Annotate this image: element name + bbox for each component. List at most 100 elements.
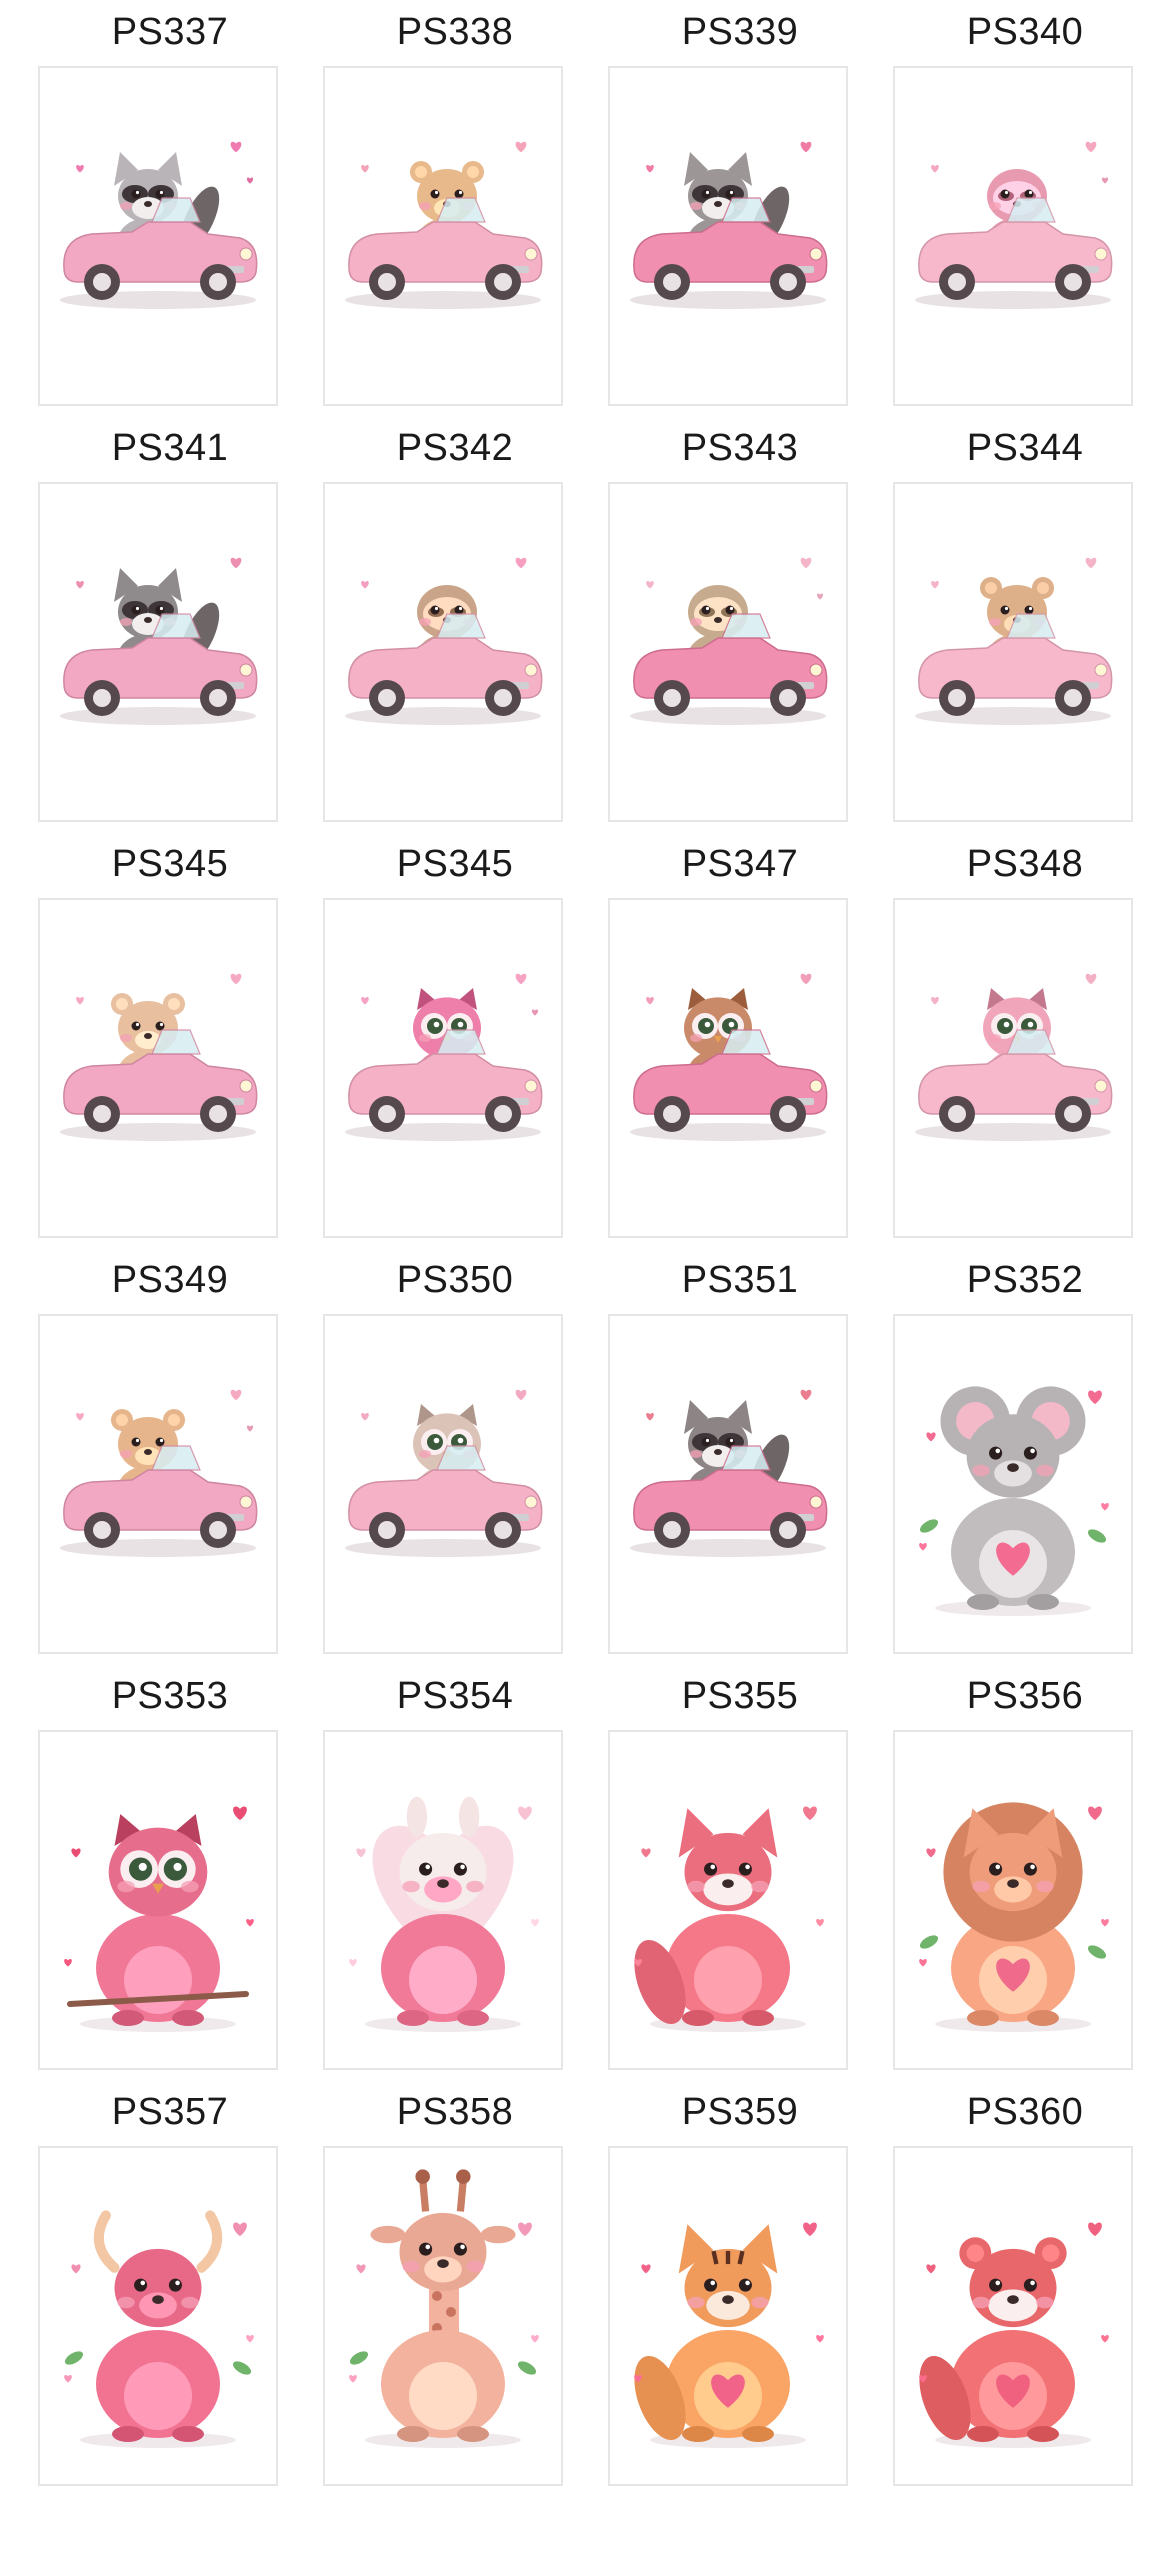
blush-icon <box>419 202 431 210</box>
product-image[interactable] <box>323 482 563 822</box>
hubcap-icon <box>93 689 111 707</box>
belly-icon <box>409 1946 477 2014</box>
product-code: PS352 <box>966 1259 1084 1301</box>
eye-icon <box>430 605 440 615</box>
product-card[interactable]: PS353 <box>28 1664 312 2080</box>
product-image[interactable] <box>38 898 278 1238</box>
eye-icon <box>701 1437 711 1447</box>
eye-icon <box>131 189 141 199</box>
product-code: PS360 <box>966 2091 1084 2133</box>
product-image[interactable] <box>38 66 278 406</box>
product-card[interactable]: PS350 <box>313 1248 597 1664</box>
product-card[interactable]: PS359 <box>598 2080 882 2496</box>
leaf-icon <box>919 1935 939 1949</box>
product-image[interactable] <box>38 1314 278 1654</box>
product-card[interactable]: PS342 <box>313 416 597 832</box>
product-code: PS358 <box>396 2091 514 2133</box>
product-image[interactable] <box>38 1730 278 2070</box>
heart-icon <box>1085 973 1097 985</box>
eye-shine-icon <box>745 2280 750 2286</box>
red-panda-illustration <box>919 2222 1109 2448</box>
blush-icon <box>466 1880 484 1893</box>
nose-icon <box>437 1879 449 1888</box>
product-code: PS340 <box>966 11 1084 53</box>
heart-icon <box>531 2334 539 2343</box>
product-card[interactable]: PS338 <box>313 0 597 416</box>
product-image[interactable] <box>323 1314 563 1654</box>
blush-icon <box>989 1034 1001 1042</box>
nose-icon <box>144 1449 152 1455</box>
product-card[interactable]: PS341 <box>28 416 312 832</box>
product-card[interactable]: PS351 <box>598 1248 882 1664</box>
product-card[interactable]: PS358 <box>313 2080 597 2496</box>
product-card[interactable]: PS340 <box>883 0 1162 416</box>
product-image[interactable] <box>608 66 848 406</box>
heart-icon <box>646 1412 654 1421</box>
product-card[interactable]: PS344 <box>883 416 1162 832</box>
product-image[interactable] <box>608 1730 848 2070</box>
sloth-illustration <box>345 557 543 725</box>
product-image[interactable] <box>893 2146 1133 2486</box>
eye-icon <box>1023 1446 1037 1460</box>
heart-icon <box>800 1389 812 1401</box>
product-image[interactable] <box>893 898 1133 1238</box>
product-card[interactable]: PS355 <box>598 1664 882 2080</box>
product-card[interactable]: PS357 <box>28 2080 312 2496</box>
foot-icon <box>1027 2426 1059 2442</box>
foot-icon <box>457 2010 489 2026</box>
car-scene <box>915 141 1113 309</box>
product-card[interactable]: PS360 <box>883 2080 1162 2496</box>
headlight-icon <box>1094 663 1108 677</box>
eye-icon <box>131 605 141 615</box>
product-image[interactable] <box>608 898 848 1238</box>
eye-icon <box>1023 2278 1037 2292</box>
product-image[interactable] <box>893 1730 1133 2070</box>
eye-shine-icon <box>705 1438 710 1443</box>
product-image[interactable] <box>323 1730 563 2070</box>
inner-ear-icon <box>167 1413 181 1427</box>
eye-shine-icon <box>1028 190 1033 195</box>
product-card[interactable]: PS349 <box>28 1248 312 1664</box>
heart-icon <box>816 2334 824 2343</box>
product-card[interactable]: PS348 <box>883 832 1162 1248</box>
product-card[interactable]: PS343 <box>598 416 882 832</box>
product-image[interactable] <box>38 2146 278 2486</box>
eye-shine-icon <box>1003 1021 1010 1028</box>
eye-shine-icon <box>457 1437 464 1444</box>
product-image[interactable] <box>608 2146 848 2486</box>
product-image[interactable] <box>323 898 563 1238</box>
product-image[interactable] <box>608 1314 848 1654</box>
heart-icon <box>926 1432 936 1442</box>
eye-shine-icon <box>995 2280 1001 2286</box>
product-card[interactable]: PS345 <box>313 832 597 1248</box>
headlight-icon <box>1094 247 1108 261</box>
eye-shine-icon <box>159 606 164 611</box>
heart-icon <box>803 2222 817 2237</box>
hubcap-icon <box>378 273 396 291</box>
product-card[interactable]: PS354 <box>313 1664 597 2080</box>
product-image[interactable] <box>38 482 278 822</box>
product-card[interactable]: PS339 <box>598 0 882 416</box>
product-card[interactable]: PS347 <box>598 832 882 1248</box>
heart-icon <box>361 996 369 1005</box>
product-card[interactable]: PS352 <box>883 1248 1162 1664</box>
product-image[interactable] <box>323 66 563 406</box>
product-card[interactable]: PS337 <box>28 0 312 416</box>
hubcap-icon <box>779 689 797 707</box>
product-image[interactable] <box>608 482 848 822</box>
product-card[interactable]: PS356 <box>883 1664 1162 2080</box>
car-scene <box>60 973 258 1141</box>
product-image[interactable] <box>323 2146 563 2486</box>
hubcap-icon <box>494 1105 512 1123</box>
blush-icon <box>690 202 702 210</box>
product-image[interactable] <box>893 482 1133 822</box>
product-image[interactable] <box>893 1314 1133 1654</box>
heart-icon <box>356 2264 366 2274</box>
product-code: PS359 <box>681 2091 799 2133</box>
hubcap-icon <box>93 273 111 291</box>
product-card[interactable]: PS345 <box>28 832 312 1248</box>
eye-shine-icon <box>729 1438 734 1443</box>
headlight-icon <box>809 1495 823 1509</box>
product-image[interactable] <box>893 66 1133 406</box>
heart-icon <box>349 1958 357 1967</box>
